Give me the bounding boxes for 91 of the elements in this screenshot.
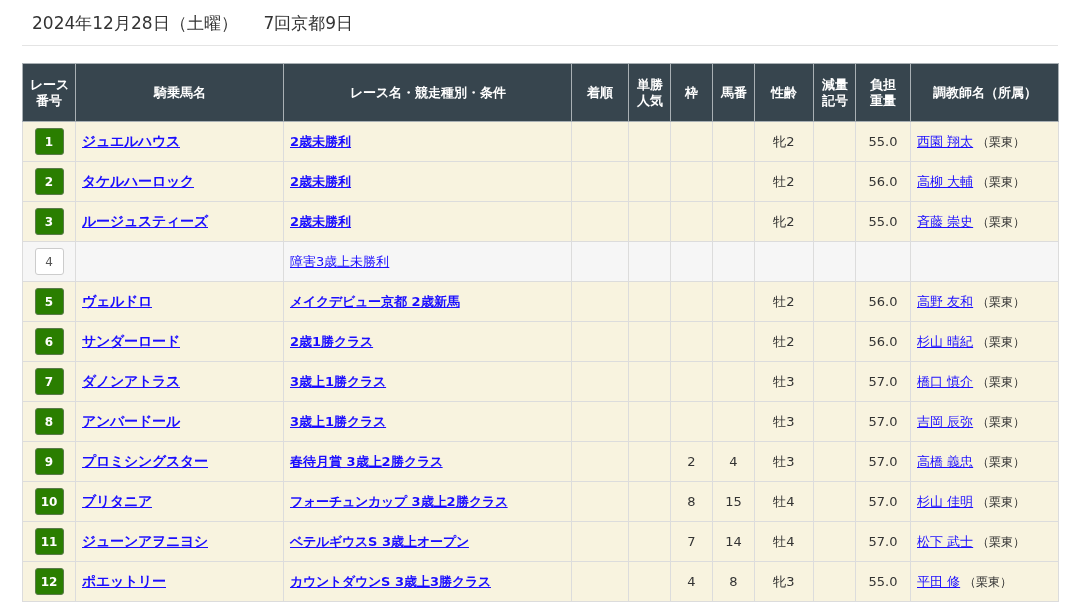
- column-header: 負担重量: [855, 63, 911, 122]
- affiliation-text: （栗東）: [977, 134, 1026, 149]
- affiliation-text: （栗東）: [977, 214, 1026, 229]
- column-header: 調教師名（所属）: [910, 63, 1059, 122]
- affiliation-text: （栗東）: [977, 334, 1026, 349]
- trainer-name-link[interactable]: 松下 武士: [917, 533, 974, 549]
- table-cell: 7: [687, 534, 696, 549]
- table-cell: 56.0: [868, 294, 898, 309]
- trainer-name-link[interactable]: 高橋 義忠: [917, 453, 974, 469]
- table-cell: 牡2: [773, 333, 795, 349]
- affiliation-text: （栗東）: [977, 294, 1026, 309]
- trainer-name-link[interactable]: 高柳 大輔: [917, 173, 974, 189]
- race-number-badge[interactable]: 7: [34, 368, 64, 395]
- race-number-badge[interactable]: 4: [34, 248, 64, 275]
- table-cell: 牡3: [773, 413, 795, 429]
- table-cell: 8: [729, 574, 738, 589]
- table-cell: 牝2: [773, 133, 795, 149]
- column-header: 騎乗馬名: [75, 63, 284, 122]
- horse-name-link[interactable]: アンバードール: [82, 412, 180, 429]
- table-cell: 2: [687, 454, 696, 469]
- column-header: 馬番: [712, 63, 755, 122]
- race-number-badge[interactable]: 9: [34, 448, 64, 475]
- horse-name-link[interactable]: ブリタニア: [82, 492, 152, 509]
- race-name-link[interactable]: 2歳未勝利: [290, 213, 352, 229]
- trainer-name-link[interactable]: 高野 友和: [917, 293, 974, 309]
- race-name-link[interactable]: 2歳未勝利: [290, 173, 352, 189]
- table-cell: 8: [687, 494, 696, 509]
- horse-name-link[interactable]: ポエットリー: [82, 572, 166, 589]
- column-header: 性齢: [754, 63, 814, 122]
- horse-name-link[interactable]: ダノンアトラス: [82, 372, 180, 389]
- race-name-link[interactable]: 2歳未勝利: [290, 133, 352, 149]
- trainer-name-link[interactable]: 杉山 佳明: [917, 493, 974, 509]
- affiliation-text: （栗東）: [977, 174, 1026, 189]
- trainer-name-link[interactable]: 吉岡 辰弥: [917, 413, 974, 429]
- column-header: 着順: [571, 63, 629, 122]
- table-cell: 牝3: [773, 573, 795, 589]
- table-cell: 56.0: [868, 334, 898, 349]
- affiliation-text: （栗東）: [977, 454, 1026, 469]
- table-cell: 57.0: [868, 414, 898, 429]
- table-cell: 55.0: [868, 134, 898, 149]
- affiliation-text: （栗東）: [977, 374, 1026, 389]
- table-cell: 牝2: [773, 213, 795, 229]
- trainer-name-link[interactable]: 西園 翔太: [917, 133, 974, 149]
- table-cell: 牡2: [773, 173, 795, 189]
- affiliation-text: （栗東）: [964, 574, 1013, 589]
- horse-name-link[interactable]: ジュエルハウス: [82, 132, 180, 149]
- table-cell: 牡4: [773, 493, 795, 509]
- meeting-heading: 7回京都9日: [263, 12, 354, 35]
- race-number-badge[interactable]: 10: [34, 488, 64, 515]
- race-number-badge[interactable]: 5: [34, 288, 64, 315]
- table-cell: 57.0: [868, 494, 898, 509]
- table-cell: 56.0: [868, 174, 898, 189]
- horse-name-link[interactable]: サンダーロード: [82, 332, 180, 349]
- table-cell: 55.0: [868, 214, 898, 229]
- affiliation-text: （栗東）: [977, 414, 1026, 429]
- trainer-name-link[interactable]: 橋口 慎介: [917, 373, 974, 389]
- column-header: 枠: [670, 63, 713, 122]
- column-header: 単勝人気: [628, 63, 671, 122]
- table-cell: 14: [725, 534, 742, 549]
- table-cell: 57.0: [868, 534, 898, 549]
- table-cell: 15: [725, 494, 742, 509]
- horse-name-link[interactable]: ヴェルドロ: [82, 292, 152, 309]
- affiliation-text: （栗東）: [977, 494, 1026, 509]
- date-heading: 2024年12月28日（土曜）: [32, 12, 238, 35]
- trainer-name-link[interactable]: 平田 修: [917, 573, 961, 589]
- table-cell: 牡3: [773, 453, 795, 469]
- race-number-badge[interactable]: 2: [34, 168, 64, 195]
- trainer-name-link[interactable]: 杉山 晴紀: [917, 333, 974, 349]
- race-number-badge[interactable]: 1: [34, 128, 64, 155]
- column-header: 減量記号: [813, 63, 856, 122]
- table-cell: 57.0: [868, 454, 898, 469]
- race-number-badge[interactable]: 8: [34, 408, 64, 435]
- table-cell: 4: [687, 574, 696, 589]
- column-header: レース番号: [22, 63, 76, 122]
- race-name-link[interactable]: 3歳上1勝クラス: [290, 373, 387, 389]
- race-number-badge[interactable]: 12: [34, 568, 64, 595]
- table-cell: 牡3: [773, 373, 795, 389]
- race-number-badge[interactable]: 6: [34, 328, 64, 355]
- affiliation-text: （栗東）: [977, 534, 1026, 549]
- race-number-badge[interactable]: 11: [34, 528, 64, 555]
- race-name-link[interactable]: 3歳上1勝クラス: [290, 413, 387, 429]
- column-header: レース名・競走種別・条件: [283, 63, 572, 122]
- trainer-name-link[interactable]: 斉藤 崇史: [917, 213, 974, 229]
- table-cell: 57.0: [868, 374, 898, 389]
- table-cell: 4: [729, 454, 738, 469]
- table-cell: 牡4: [773, 533, 795, 549]
- table-cell: 牡2: [773, 293, 795, 309]
- race-number-badge[interactable]: 3: [34, 208, 64, 235]
- race-name-link[interactable]: 2歳1勝クラス: [290, 333, 374, 349]
- race-name-link[interactable]: 障害3歳上未勝利: [290, 253, 390, 269]
- table-cell: 55.0: [868, 574, 898, 589]
